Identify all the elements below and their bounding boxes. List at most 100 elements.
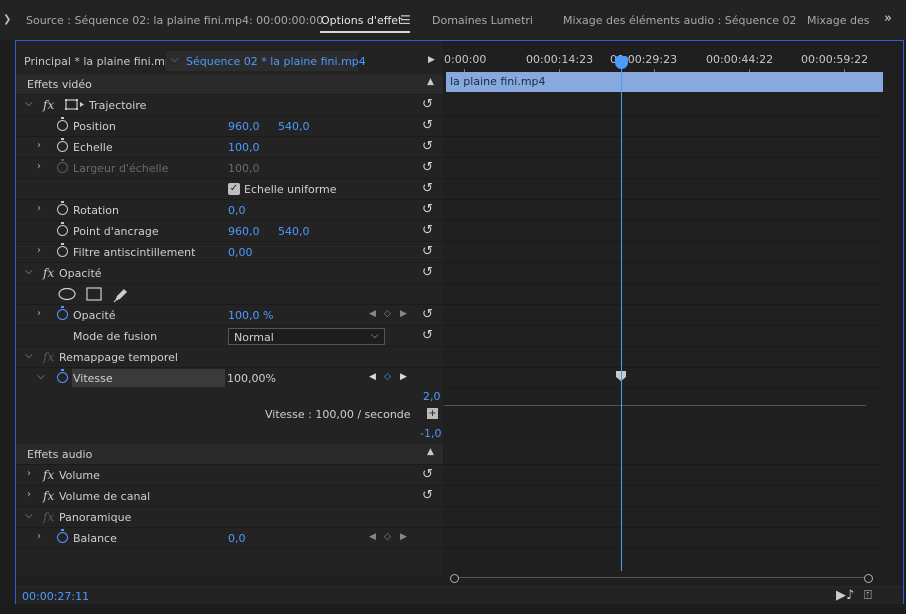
pen-mask-icon[interactable] <box>112 287 130 303</box>
uniform-scale-checkbox[interactable]: ✓ <box>228 183 240 195</box>
reset-icon[interactable]: ↺ <box>422 202 433 217</box>
add-keyframe-icon[interactable]: ◇ <box>384 372 391 382</box>
stopwatch-icon[interactable] <box>57 201 68 215</box>
checkbox-label: Echelle uniforme <box>244 183 337 196</box>
reset-icon[interactable]: ↺ <box>422 328 433 343</box>
playhead-handle[interactable] <box>615 56 628 69</box>
fx-icon[interactable]: fx <box>43 468 54 482</box>
twirl-open-icon[interactable]: ⌵ <box>37 371 45 382</box>
scale-value[interactable]: 100,0 <box>228 141 260 154</box>
add-keyframe-icon[interactable]: ◇ <box>384 309 391 319</box>
next-keyframe-icon[interactable]: ▶ <box>400 372 407 382</box>
clip-name: la plaine fini.mp4 <box>450 75 546 88</box>
tab-lumetri-scopes[interactable]: Domaines Lumetri <box>432 14 533 27</box>
fx-icon[interactable]: fx <box>43 489 54 503</box>
zoom-handle-left[interactable] <box>450 574 459 583</box>
reset-icon[interactable]: ↺ <box>422 223 433 238</box>
tabs-overflow-icon[interactable]: » <box>884 11 892 26</box>
stopwatch-icon[interactable] <box>57 222 68 236</box>
twirl-open-icon[interactable]: ⌵ <box>25 510 33 521</box>
rotation-value[interactable]: 0,0 <box>228 204 246 217</box>
reset-icon[interactable]: ↺ <box>422 160 433 175</box>
stopwatch-icon[interactable] <box>57 369 68 383</box>
tab-audio-clip-mixer[interactable]: Mixage des éléments audio : Séquence 02 <box>563 14 797 27</box>
clip-bar[interactable]: la plaine fini.mp4 <box>446 72 883 92</box>
collapse-up-icon[interactable]: ▲ <box>427 447 434 457</box>
prev-keyframe-icon[interactable]: ◀ <box>369 309 376 319</box>
reset-icon[interactable]: ↺ <box>422 244 433 259</box>
twirl-closed-icon[interactable]: › <box>37 531 41 542</box>
fx-icon[interactable]: fx <box>43 266 54 280</box>
tab-audio-track-mixer[interactable]: Mixage des <box>807 14 870 27</box>
twirl-open-icon[interactable]: ⌵ <box>25 98 33 109</box>
position-y-value[interactable]: 540,0 <box>278 120 310 133</box>
zoom-handle-right[interactable] <box>864 574 873 583</box>
stopwatch-icon[interactable] <box>57 306 68 320</box>
play-audio-icon[interactable]: ▶♪ <box>836 588 854 603</box>
stopwatch-icon[interactable] <box>57 117 68 131</box>
speed-value[interactable]: 100,00% <box>227 372 276 385</box>
anchor-y-value[interactable]: 540,0 <box>278 225 310 238</box>
effect-channel-volume[interactable]: › fx Volume de canal ↺ <box>16 486 443 507</box>
twirl-closed-icon[interactable]: › <box>37 308 41 319</box>
tabs-scroll-left-icon[interactable]: ❯ <box>3 14 11 25</box>
chevron-down-icon[interactable]: ⌵ <box>171 54 179 65</box>
tab-source[interactable]: Source : Séquence 02: la plaine fini.mp4… <box>26 14 323 27</box>
playhead-line[interactable] <box>621 61 622 571</box>
graph-zoom-icon[interactable]: + <box>427 408 438 419</box>
export-icon[interactable]: ⍐ <box>864 588 872 603</box>
time-ruler[interactable]: 0:00:00 00:00:14:23 00:00:29:23 00:00:44… <box>444 49 883 74</box>
effect-motion[interactable]: ⌵ fx Trajectoire ↺ <box>16 95 443 116</box>
effect-panner[interactable]: ⌵ fx Panoramique <box>16 507 443 528</box>
fx-icon[interactable]: fx <box>43 98 54 112</box>
current-timecode[interactable]: 00:00:27:11 <box>22 590 89 603</box>
anti-flicker-value[interactable]: 0,00 <box>228 246 253 259</box>
panel-menu-icon[interactable]: ☰ <box>400 13 411 27</box>
reset-icon[interactable]: ↺ <box>422 265 433 280</box>
opacity-value[interactable]: 100,0 % <box>228 309 273 322</box>
anchor-x-value[interactable]: 960,0 <box>228 225 260 238</box>
play-triangle-icon[interactable]: ▶ <box>428 55 435 65</box>
next-keyframe-icon[interactable]: ▶ <box>400 309 407 319</box>
position-x-value[interactable]: 960,0 <box>228 120 260 133</box>
effect-time-remapping[interactable]: ⌵ fx Remappage temporel <box>16 347 443 368</box>
twirl-closed-icon[interactable]: › <box>37 245 41 256</box>
twirl-open-icon[interactable]: ⌵ <box>25 350 33 361</box>
speed-graph-line[interactable] <box>444 405 866 406</box>
effect-opacity[interactable]: ⌵ fx Opacité ↺ <box>16 263 443 284</box>
twirl-open-icon[interactable]: ⌵ <box>25 266 33 277</box>
tab-effect-controls[interactable]: Options d'effet <box>321 14 402 27</box>
next-keyframe-icon[interactable]: ▶ <box>400 532 407 542</box>
twirl-closed-icon[interactable]: › <box>27 489 31 500</box>
twirl-closed-icon[interactable]: › <box>37 140 41 151</box>
reset-icon[interactable]: ↺ <box>422 307 433 322</box>
sequence-clip-tab[interactable]: Séquence 02 * la plaine fini.mp4 <box>186 55 366 68</box>
add-keyframe-icon[interactable]: ◇ <box>384 532 391 542</box>
twirl-closed-icon[interactable]: › <box>27 468 31 479</box>
effect-name: Volume <box>59 469 100 482</box>
effect-timeline-pane[interactable]: 0:00:00 00:00:14:23 00:00:29:23 00:00:44… <box>444 41 883 583</box>
reset-icon[interactable]: ↺ <box>422 139 433 154</box>
ellipse-mask-icon[interactable] <box>58 287 78 301</box>
property-blend-mode: Mode de fusion Normal ⌵ ↺ <box>16 326 443 347</box>
blend-mode-dropdown[interactable]: Normal ⌵ <box>228 328 385 345</box>
reset-icon[interactable]: ↺ <box>422 467 433 482</box>
prev-keyframe-icon[interactable]: ◀ <box>369 372 376 382</box>
ruler-tick-label: 00:00:59:22 <box>801 53 869 66</box>
reset-icon[interactable]: ↺ <box>422 488 433 503</box>
stopwatch-icon[interactable] <box>57 138 68 152</box>
effect-volume[interactable]: › fx Volume ↺ <box>16 465 443 486</box>
master-clip-tab[interactable]: Principal * la plaine fini.mp4 <box>24 55 179 68</box>
reset-icon[interactable]: ↺ <box>422 181 433 196</box>
twirl-closed-icon[interactable]: › <box>37 203 41 214</box>
collapse-up-icon[interactable]: ▲ <box>427 77 434 87</box>
prev-keyframe-icon[interactable]: ◀ <box>369 532 376 542</box>
reset-icon[interactable]: ↺ <box>422 97 433 112</box>
transform-box-icon[interactable] <box>65 98 85 111</box>
balance-value[interactable]: 0,0 <box>228 532 246 545</box>
timeline-zoom-scrollbar[interactable] <box>450 574 874 583</box>
stopwatch-icon[interactable] <box>57 529 68 543</box>
rectangle-mask-icon[interactable] <box>86 287 104 301</box>
stopwatch-icon[interactable] <box>57 243 68 257</box>
reset-icon[interactable]: ↺ <box>422 118 433 133</box>
